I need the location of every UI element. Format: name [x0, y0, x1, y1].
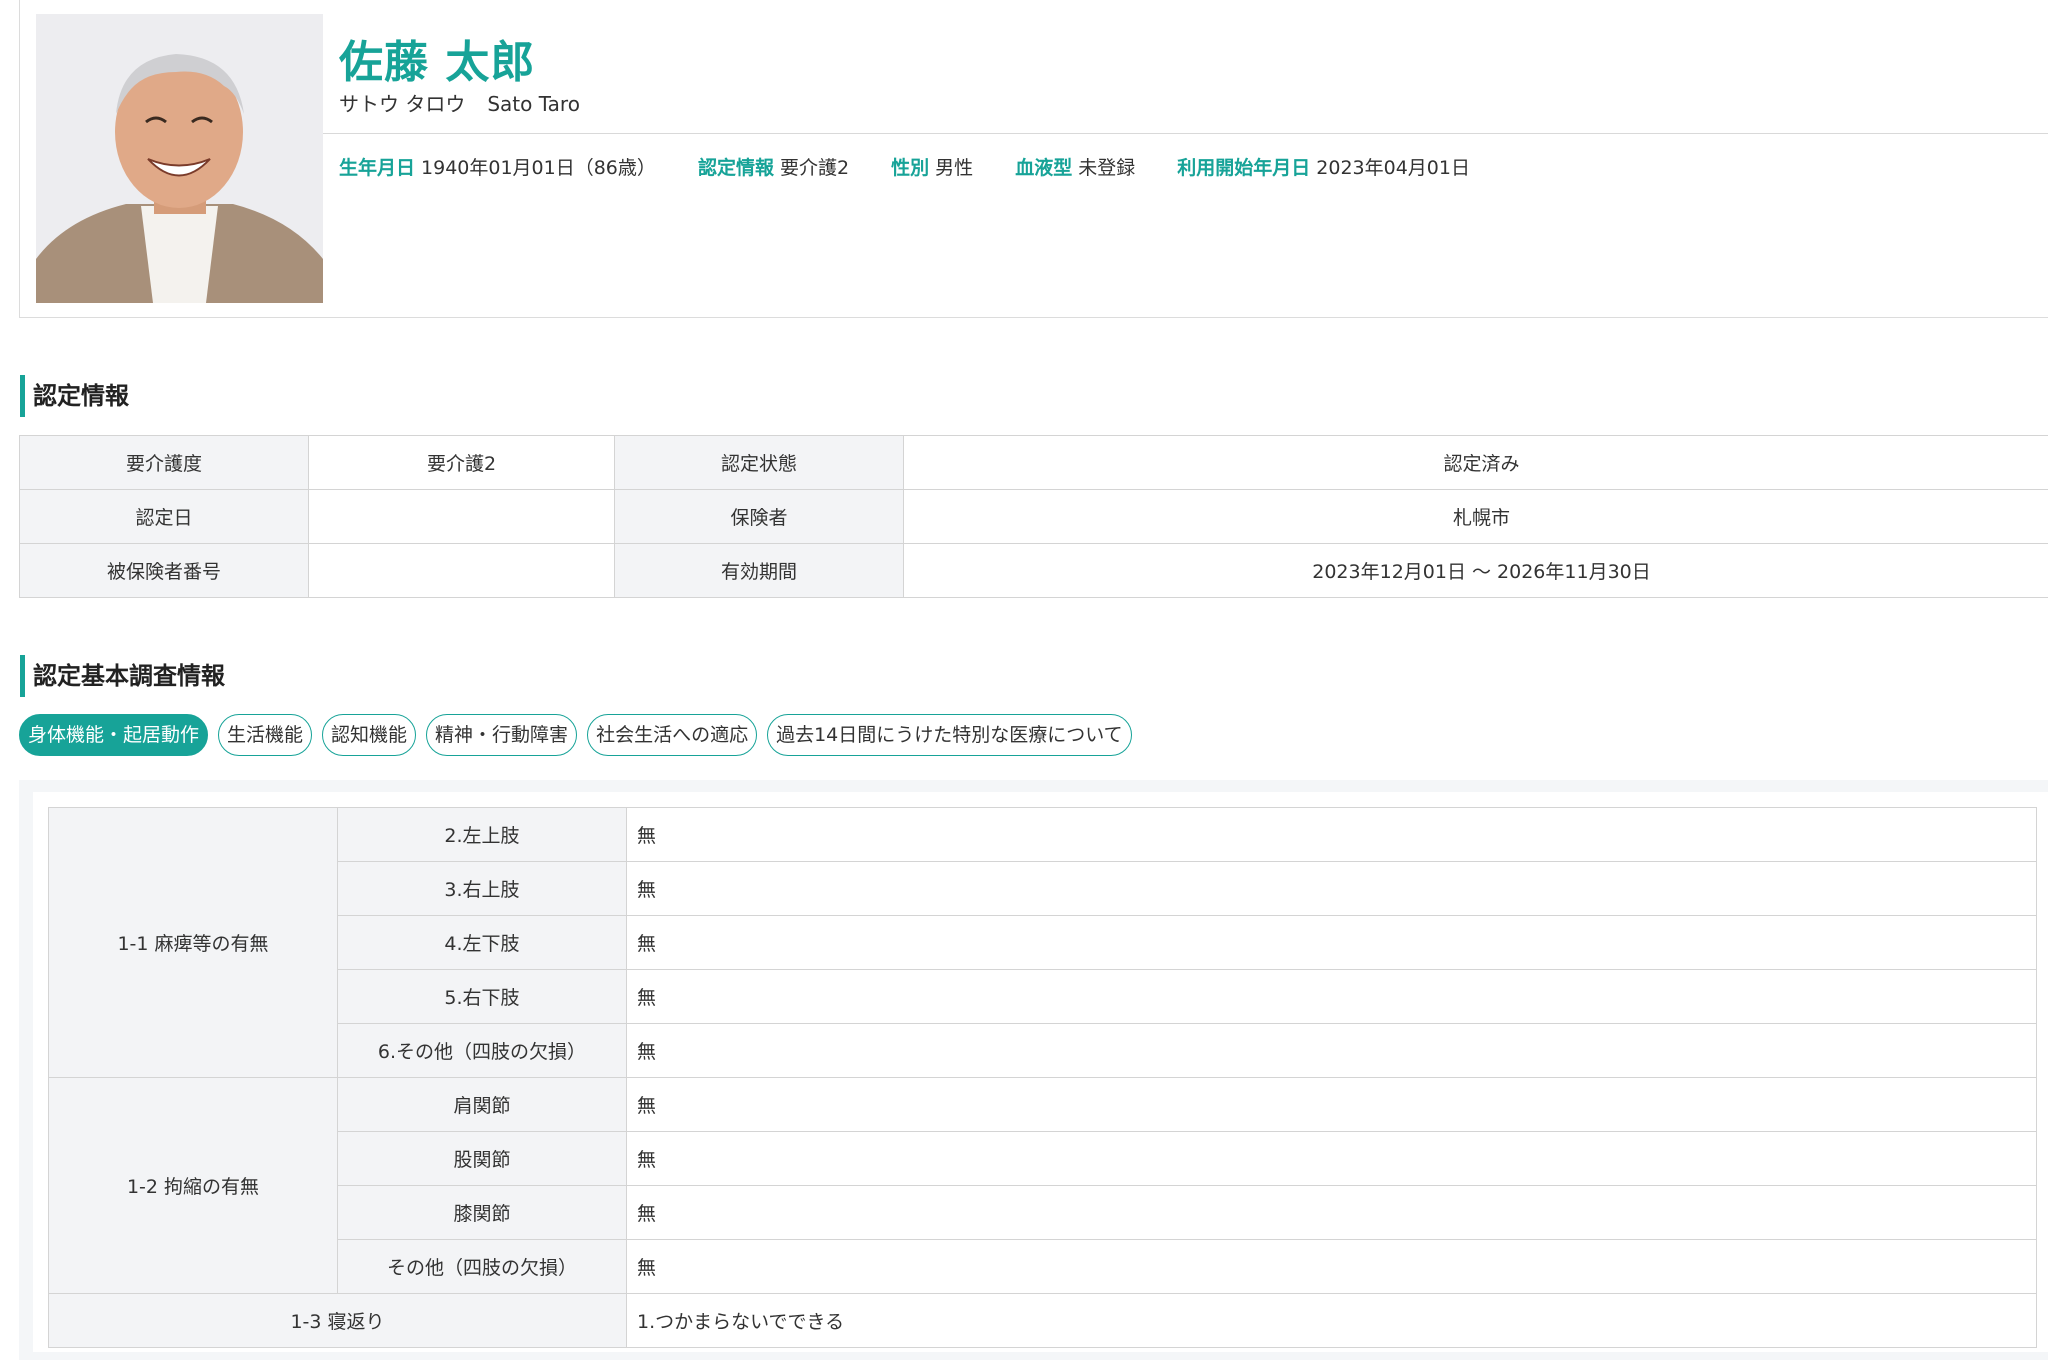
- table-row: 要介護度 要介護2 認定状態 認定済み: [20, 436, 2048, 490]
- table-cell: [309, 544, 615, 598]
- item-value: 無: [627, 1078, 2037, 1132]
- survey-section-title: 認定基本調査情報: [20, 655, 225, 697]
- table-header-cell: 認定日: [20, 490, 309, 544]
- profile-info-row: 生年月日 1940年01月01日（86歳） 認定情報要介護2 性別男性 血液型未登…: [339, 153, 1506, 180]
- info-value: 2023年04月01日: [1316, 157, 1470, 179]
- item-label: 5.右下肢: [338, 970, 627, 1024]
- item-value: 無: [627, 1186, 2037, 1240]
- table-header-cell: 認定状態: [615, 436, 904, 490]
- name-kana: サトウ タロウ: [339, 92, 465, 116]
- certification-section-title: 認定情報: [20, 375, 129, 417]
- profile-divider: [323, 133, 2048, 134]
- table-row: 6.その他（四肢の欠損） 無: [49, 1024, 2037, 1078]
- info-care-level: 認定情報要介護2: [698, 153, 849, 180]
- info-label: 生年月日: [339, 157, 415, 179]
- info-gender: 性別男性: [891, 153, 973, 180]
- item-label: 6.その他（四肢の欠損）: [338, 1024, 627, 1078]
- table-row: その他（四肢の欠損） 無: [49, 1240, 2037, 1294]
- table-header-cell: 有効期間: [615, 544, 904, 598]
- info-birthdate: 生年月日 1940年01月01日（86歳）: [339, 153, 656, 180]
- info-blood-type: 血液型未登録: [1015, 153, 1135, 180]
- table-header-cell: 要介護度: [20, 436, 309, 490]
- table-row: 1-3 寝返り 1.つかまらないでできる: [49, 1294, 2037, 1348]
- avatar: [36, 14, 323, 303]
- certification-table: 要介護度 要介護2 認定状態 認定済み 認定日 保険者 札幌市 被保険者番号 有…: [19, 435, 2048, 598]
- group-label: 1-3 寝返り: [49, 1294, 627, 1348]
- item-label: 膝関節: [338, 1186, 627, 1240]
- group-label: 1-2 拘縮の有無: [49, 1078, 338, 1294]
- table-row: 股関節 無: [49, 1132, 2037, 1186]
- tab-social-adaptation[interactable]: 社会生活への適応: [587, 714, 757, 756]
- tab-physical-function[interactable]: 身体機能・起居動作: [19, 714, 208, 756]
- info-label: 血液型: [1015, 157, 1072, 179]
- item-label: その他（四肢の欠損）: [338, 1240, 627, 1294]
- info-value: 未登録: [1078, 157, 1135, 179]
- table-row: 膝関節 無: [49, 1186, 2037, 1240]
- patient-name: 佐藤 太郎: [339, 26, 535, 90]
- item-label: 4.左下肢: [338, 916, 627, 970]
- table-row: 1-1 麻痺等の有無 2.左上肢 無: [49, 808, 2037, 862]
- table-cell: 2023年12月01日 〜 2026年11月30日: [904, 544, 2048, 598]
- tab-daily-living[interactable]: 生活機能: [218, 714, 312, 756]
- table-cell: 認定済み: [904, 436, 2048, 490]
- item-label: 股関節: [338, 1132, 627, 1186]
- tab-cognitive[interactable]: 認知機能: [322, 714, 416, 756]
- info-label: 利用開始年月日: [1177, 157, 1310, 179]
- tab-behavioral[interactable]: 精神・行動障害: [426, 714, 577, 756]
- table-row: 1-2 拘縮の有無 肩関節 無: [49, 1078, 2037, 1132]
- item-value: 1.つかまらないでできる: [627, 1294, 2037, 1348]
- table-row: 被保険者番号 有効期間 2023年12月01日 〜 2026年11月30日: [20, 544, 2048, 598]
- table-header-cell: 被保険者番号: [20, 544, 309, 598]
- table-cell: 要介護2: [309, 436, 615, 490]
- tab-special-medical[interactable]: 過去14日間にうけた特別な医療について: [767, 714, 1132, 756]
- item-label: 3.右上肢: [338, 862, 627, 916]
- item-label: 肩関節: [338, 1078, 627, 1132]
- survey-table: 1-1 麻痺等の有無 2.左上肢 無 3.右上肢 無 4.左下肢 無 5.右下肢…: [48, 807, 2037, 1348]
- info-value: 要介護2: [780, 157, 849, 179]
- table-cell: [309, 490, 615, 544]
- table-row: 認定日 保険者 札幌市: [20, 490, 2048, 544]
- item-label: 2.左上肢: [338, 808, 627, 862]
- table-row: 3.右上肢 無: [49, 862, 2037, 916]
- person-photo-icon: [36, 14, 323, 303]
- name-romaji: Sato Taro: [487, 92, 580, 116]
- info-label: 性別: [891, 157, 929, 179]
- patient-name-reading: サトウ タロウ Sato Taro: [339, 88, 580, 117]
- info-start-date: 利用開始年月日 2023年04月01日: [1177, 153, 1470, 180]
- item-value: 無: [627, 916, 2037, 970]
- item-value: 無: [627, 808, 2037, 862]
- item-value: 無: [627, 1024, 2037, 1078]
- info-value: 1940年01月01日（86歳）: [421, 157, 656, 179]
- table-row: 5.右下肢 無: [49, 970, 2037, 1024]
- table-cell: 札幌市: [904, 490, 2048, 544]
- table-row: 4.左下肢 無: [49, 916, 2037, 970]
- survey-tabs: 身体機能・起居動作生活機能認知機能精神・行動障害社会生活への適応過去14日間にう…: [19, 714, 1142, 756]
- group-label: 1-1 麻痺等の有無: [49, 808, 338, 1078]
- item-value: 無: [627, 1240, 2037, 1294]
- info-label: 認定情報: [698, 157, 774, 179]
- info-value: 男性: [935, 157, 973, 179]
- item-value: 無: [627, 862, 2037, 916]
- table-header-cell: 保険者: [615, 490, 904, 544]
- item-value: 無: [627, 970, 2037, 1024]
- item-value: 無: [627, 1132, 2037, 1186]
